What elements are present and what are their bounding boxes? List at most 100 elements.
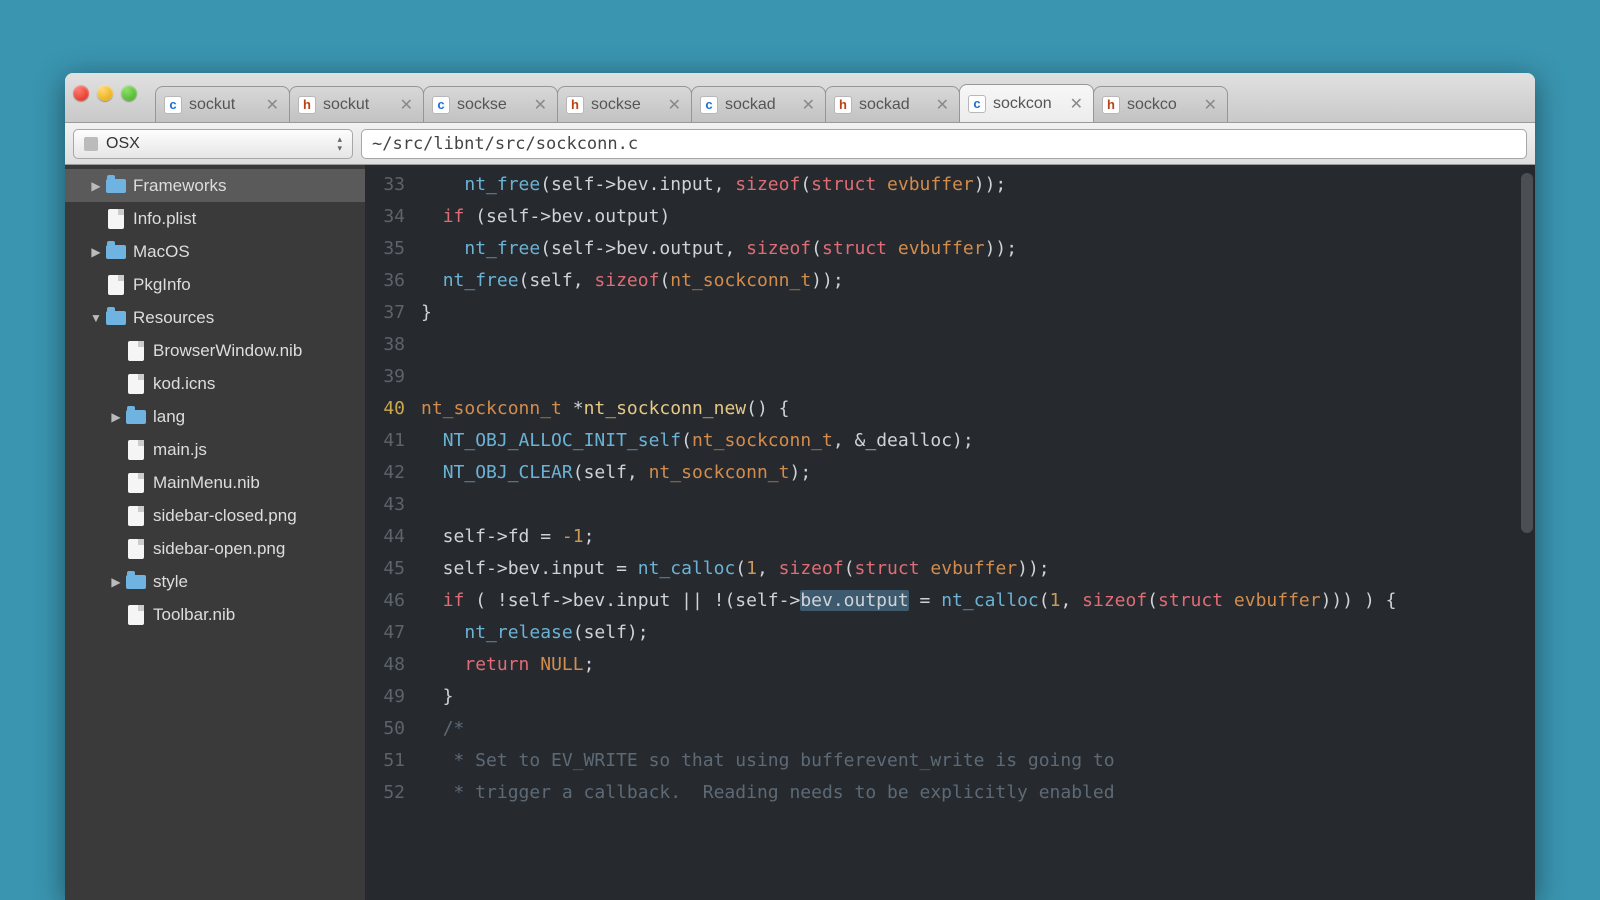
folder-icon	[106, 308, 126, 328]
tree-folder-style[interactable]: ▶ style	[65, 565, 365, 598]
tree-folder-resources[interactable]: ▼Resources	[65, 301, 365, 334]
tree-folder-macos[interactable]: ▶MacOS	[65, 235, 365, 268]
code-line[interactable]: nt_sockconn_t *nt_sockconn_new() {	[421, 393, 1535, 425]
close-tab-icon[interactable]: ✕	[1204, 95, 1217, 115]
tab-sockco[interactable]: hsockco✕	[1093, 86, 1228, 122]
disclosure-triangle-icon[interactable]: ▶	[89, 179, 103, 193]
close-tab-icon[interactable]: ✕	[266, 95, 279, 115]
file-icon	[106, 275, 126, 295]
tree-file-toolbar-nib[interactable]: Toolbar.nib	[65, 598, 365, 631]
code-area[interactable]: nt_free(self->bev.input, sizeof(struct e…	[415, 165, 1535, 900]
file-icon	[126, 341, 146, 361]
vertical-scrollbar[interactable]	[1521, 173, 1533, 533]
tree-file-info-plist[interactable]: Info.plist	[65, 202, 365, 235]
tree-file-kod-icns[interactable]: kod.icns	[65, 367, 365, 400]
code-line[interactable]: }	[421, 681, 1535, 713]
code-line[interactable]: nt_release(self);	[421, 617, 1535, 649]
close-window-button[interactable]	[73, 85, 89, 101]
tree-file-sidebar-open-png[interactable]: sidebar-open.png	[65, 532, 365, 565]
code-line[interactable]: NT_OBJ_ALLOC_INIT_self(nt_sockconn_t, &_…	[421, 425, 1535, 457]
line-number: 33	[365, 169, 405, 201]
tab-label: sockut	[189, 96, 260, 114]
tree-item-label: kod.icns	[153, 374, 215, 394]
tree-folder-lang[interactable]: ▶ lang	[65, 400, 365, 433]
code-line[interactable]: nt_free(self->bev.input, sizeof(struct e…	[421, 169, 1535, 201]
line-number: 38	[365, 329, 405, 361]
harddisk-icon	[84, 137, 98, 151]
code-line[interactable]: return NULL;	[421, 649, 1535, 681]
app-window: csockut✕hsockut✕csockse✕hsockse✕csockad✕…	[65, 73, 1535, 900]
disclosure-triangle-icon[interactable]: ▶	[89, 245, 103, 259]
line-number: 36	[365, 265, 405, 297]
tree-file-sidebar-closed-png[interactable]: sidebar-closed.png	[65, 499, 365, 532]
h-file-icon: h	[566, 96, 584, 114]
code-line[interactable]	[421, 361, 1535, 393]
close-tab-icon[interactable]: ✕	[668, 95, 681, 115]
path-field[interactable]: ~/src/libnt/src/sockconn.c	[361, 129, 1527, 159]
volume-label: OSX	[106, 135, 140, 153]
tab-sockse[interactable]: csockse✕	[423, 86, 558, 122]
tab-sockse[interactable]: hsockse✕	[557, 86, 692, 122]
tree-file-pkginfo[interactable]: PkgInfo	[65, 268, 365, 301]
code-line[interactable]: nt_free(self->bev.output, sizeof(struct …	[421, 233, 1535, 265]
code-line[interactable]: if ( !self->bev.input || !(self->bev.out…	[421, 585, 1535, 617]
line-number: 35	[365, 233, 405, 265]
minimize-window-button[interactable]	[97, 85, 113, 101]
close-tab-icon[interactable]: ✕	[936, 95, 949, 115]
tree-item-label: sidebar-closed.png	[153, 506, 297, 526]
file-icon	[126, 440, 146, 460]
code-line[interactable]: self->fd = -1;	[421, 521, 1535, 553]
tree-item-label: lang	[153, 407, 185, 427]
code-line[interactable]: NT_OBJ_CLEAR(self, nt_sockconn_t);	[421, 457, 1535, 489]
line-number: 49	[365, 681, 405, 713]
disclosure-triangle-icon[interactable]: ▶	[109, 410, 123, 424]
tree-item-label: sidebar-open.png	[153, 539, 285, 559]
code-line[interactable]: /*	[421, 713, 1535, 745]
volume-selector[interactable]: OSX ▴▾	[73, 129, 353, 159]
tree-item-label: style	[153, 572, 188, 592]
tree-item-label: PkgInfo	[133, 275, 191, 295]
tree-file-mainmenu-nib[interactable]: MainMenu.nib	[65, 466, 365, 499]
disclosure-triangle-icon[interactable]: ▼	[89, 311, 103, 325]
code-line[interactable]: * trigger a callback. Reading needs to b…	[421, 777, 1535, 809]
close-tab-icon[interactable]: ✕	[802, 95, 815, 115]
tab-sockcon[interactable]: csockcon✕	[959, 84, 1094, 122]
tab-sockut[interactable]: csockut✕	[155, 86, 290, 122]
line-number: 51	[365, 745, 405, 777]
code-editor[interactable]: 3334353637383940414243444546474849505152…	[365, 165, 1535, 900]
tab-sockad[interactable]: csockad✕	[691, 86, 826, 122]
stepper-icon: ▴▾	[337, 135, 342, 153]
close-tab-icon[interactable]: ✕	[400, 95, 413, 115]
code-line[interactable]: self->bev.input = nt_calloc(1, sizeof(st…	[421, 553, 1535, 585]
line-number: 46	[365, 585, 405, 617]
tree-file-browserwindow-nib[interactable]: BrowserWindow.nib	[65, 334, 365, 367]
tree-folder-frameworks[interactable]: ▶Frameworks	[65, 169, 365, 202]
file-icon	[126, 539, 146, 559]
file-tree-sidebar[interactable]: ▶Frameworks Info.plist ▶MacOS PkgInfo ▼Resou…	[65, 165, 365, 900]
code-line[interactable]	[421, 329, 1535, 361]
line-number: 47	[365, 617, 405, 649]
disclosure-triangle-icon[interactable]: ▶	[109, 575, 123, 589]
code-line[interactable]: nt_free(self, sizeof(nt_sockconn_t));	[421, 265, 1535, 297]
tree-item-label: Info.plist	[133, 209, 196, 229]
line-number: 40	[365, 393, 405, 425]
line-number: 37	[365, 297, 405, 329]
tab-sockad[interactable]: hsockad✕	[825, 86, 960, 122]
tab-label: sockad	[725, 96, 796, 114]
code-line[interactable]	[421, 489, 1535, 521]
h-file-icon: h	[298, 96, 316, 114]
file-icon	[126, 605, 146, 625]
line-number: 44	[365, 521, 405, 553]
file-icon	[126, 506, 146, 526]
tree-file-main-js[interactable]: main.js	[65, 433, 365, 466]
tree-item-label: MainMenu.nib	[153, 473, 260, 493]
code-line[interactable]: }	[421, 297, 1535, 329]
tree-item-label: Toolbar.nib	[153, 605, 235, 625]
tab-label: sockut	[323, 96, 394, 114]
zoom-window-button[interactable]	[121, 85, 137, 101]
code-line[interactable]: * Set to EV_WRITE so that using bufferev…	[421, 745, 1535, 777]
close-tab-icon[interactable]: ✕	[534, 95, 547, 115]
close-tab-icon[interactable]: ✕	[1070, 94, 1083, 114]
code-line[interactable]: if (self->bev.output)	[421, 201, 1535, 233]
tab-sockut[interactable]: hsockut ✕	[289, 86, 424, 122]
